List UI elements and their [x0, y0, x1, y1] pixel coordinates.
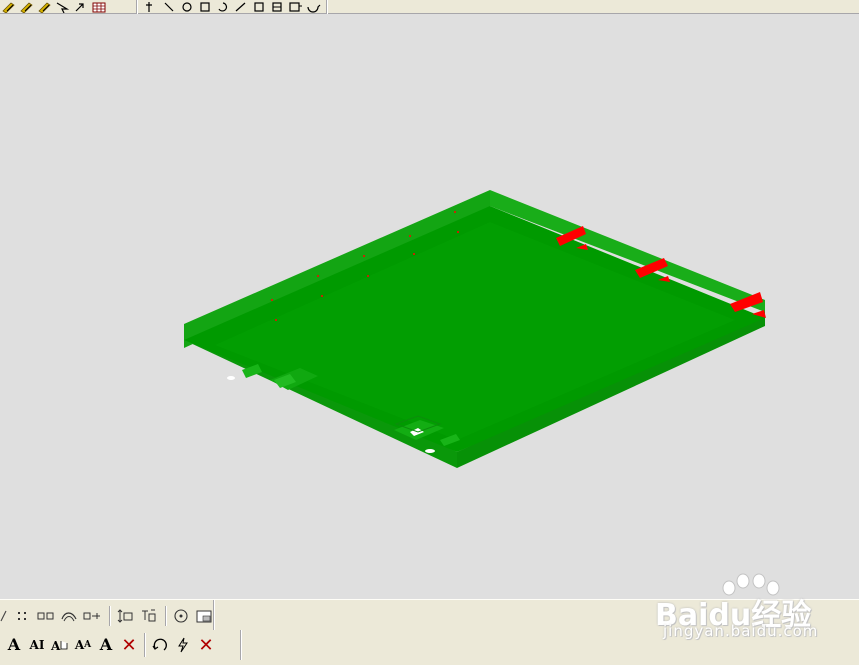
delete-text-button[interactable]: ✕ [119, 634, 139, 656]
watermark: Baidu经验 jingyan.baidu.com [655, 572, 859, 644]
refresh-icon[interactable] [304, 1, 322, 13]
text-button-label: A [84, 639, 92, 650]
top-toolbar-group-edit [132, 0, 332, 14]
grid-icon[interactable] [90, 1, 108, 13]
target-icon[interactable] [171, 605, 191, 627]
box-icon[interactable] [286, 1, 304, 13]
toolbar-separator [144, 633, 146, 657]
rotate-icon [152, 638, 167, 651]
pencil-icon[interactable] [36, 1, 54, 13]
text-button-label: AI [29, 638, 45, 652]
box-icon[interactable] [268, 1, 286, 13]
points-icon[interactable] [13, 605, 33, 627]
box-icon[interactable] [196, 1, 214, 13]
lightning-icon [178, 637, 188, 653]
watermark-url: jingyan.baidu.com [663, 622, 819, 640]
rotate-view-button[interactable] [150, 634, 170, 656]
text-button[interactable]: A [4, 634, 24, 656]
text-scale-button[interactable]: A A [73, 634, 93, 656]
dimension-icon[interactable] [138, 605, 158, 627]
text-button-label: A [99, 635, 113, 654]
svg-text:A: A [50, 639, 61, 653]
rectangles-icon[interactable] [36, 605, 56, 627]
close-icon: ✕ [198, 634, 214, 656]
text-button-label: A [7, 635, 21, 654]
line-icon[interactable] [0, 605, 10, 627]
measure-icon[interactable] [115, 605, 135, 627]
pencil-icon[interactable] [0, 1, 18, 13]
lightning-button[interactable] [173, 634, 193, 656]
close-toolbar-button[interactable]: ✕ [196, 634, 216, 656]
line-icon[interactable] [232, 1, 250, 13]
curve-icon[interactable] [59, 605, 79, 627]
arrow-icon[interactable] [160, 1, 178, 13]
text-button-label: A [74, 638, 85, 652]
cad-application: A AI A A A A ✕ ✕ Baidu经验 jingyan.baidu.c… [0, 0, 859, 665]
arrow-icon[interactable] [54, 1, 72, 13]
toolbar-separator [109, 606, 111, 626]
top-toolbar-group-draw [0, 0, 108, 14]
plate-inner-surface [215, 222, 735, 440]
box-icon[interactable] [250, 1, 268, 13]
toolbar-separator [326, 0, 328, 14]
model-canvas [184, 190, 766, 468]
align-icon[interactable] [82, 605, 102, 627]
text-hand-button[interactable]: A [50, 634, 70, 656]
pencil-icon[interactable] [18, 1, 36, 13]
window-icon[interactable] [194, 605, 214, 627]
top-toolbar [0, 0, 859, 14]
toolbar-separator [165, 606, 167, 626]
cursor-icon[interactable] [142, 1, 160, 13]
text-insert-button[interactable]: AI [27, 634, 47, 656]
delete-icon: ✕ [121, 634, 137, 656]
toolbar-separator [136, 0, 138, 14]
rotate-icon[interactable] [214, 1, 232, 13]
circle-icon[interactable] [178, 1, 196, 13]
3d-viewport[interactable] [0, 15, 859, 599]
bottom-toolbar-row-1 [0, 602, 217, 630]
bottom-toolbar-row-2: A AI A A A A ✕ ✕ [0, 631, 219, 659]
text-edit-button[interactable]: A [96, 634, 116, 656]
arrow-icon[interactable] [72, 1, 90, 13]
